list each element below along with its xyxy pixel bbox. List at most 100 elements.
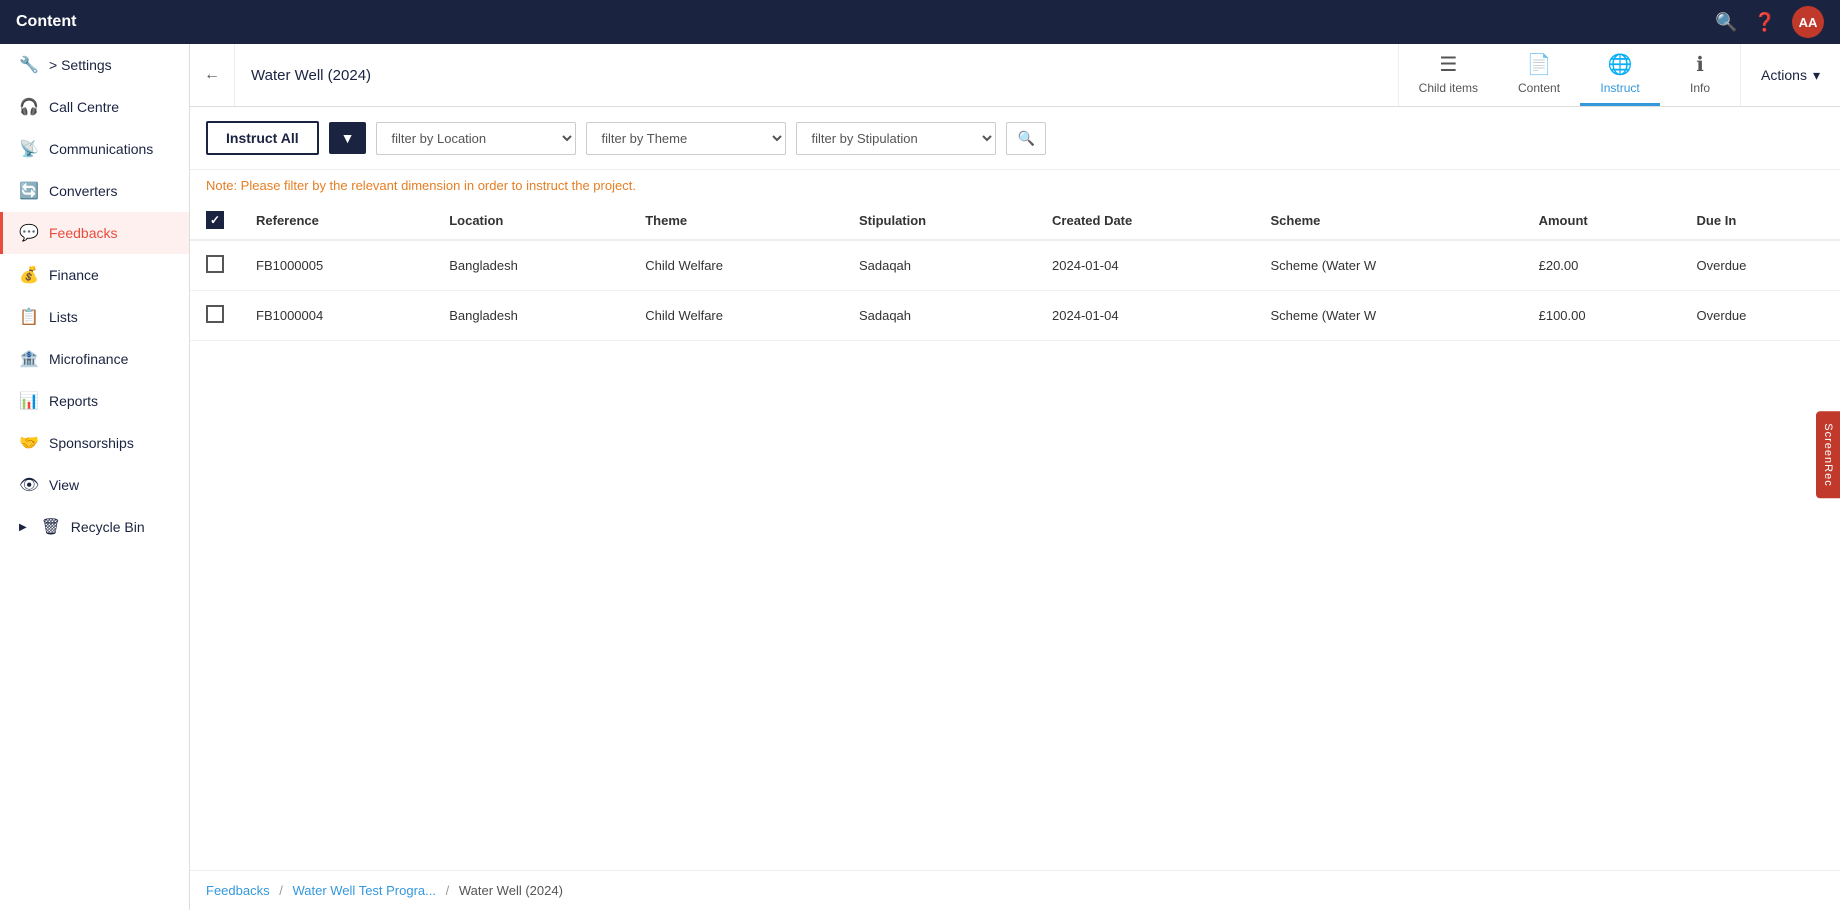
microfinance-icon: 🏦 [19, 349, 39, 369]
col-created-date: Created Date [1036, 201, 1254, 240]
col-reference: Reference [240, 201, 433, 240]
filter-stipulation-select[interactable]: filter by Stipulation [796, 122, 996, 155]
tab-child-items[interactable]: ☰ Child items [1399, 44, 1498, 106]
converters-icon: 🔄 [19, 181, 39, 201]
tab-label: Child items [1419, 81, 1478, 95]
cell-created-date: 2024-01-04 [1036, 240, 1254, 291]
table-wrapper: ✓ Reference Location Theme Stipulation C… [190, 201, 1840, 870]
finance-icon: 💰 [19, 265, 39, 285]
filter-theme-select[interactable]: filter by Theme [586, 122, 786, 155]
search-button[interactable]: 🔍 [1006, 122, 1045, 155]
data-table: ✓ Reference Location Theme Stipulation C… [190, 201, 1840, 341]
sidebar-item-label: Feedbacks [49, 225, 117, 241]
cell-stipulation: Sadaqah [843, 240, 1036, 291]
page-title-input[interactable] [235, 44, 1398, 106]
instruct-icon: 🌐 [1608, 52, 1633, 77]
sidebar-item-label: Lists [49, 309, 78, 325]
sponsorships-icon: 🤝 [19, 433, 39, 453]
settings-icon: 🔧 [19, 55, 39, 75]
recycle-bin-icon: 🗑 [41, 517, 61, 537]
sidebar-item-label: Finance [49, 267, 99, 283]
cell-reference: FB1000005 [240, 240, 433, 291]
cell-created-date: 2024-01-04 [1036, 291, 1254, 341]
sidebar-item-label: > Settings [49, 57, 112, 73]
sidebar-item-lists[interactable]: 📋 Lists [0, 296, 189, 338]
sidebar-item-feedbacks[interactable]: 💬 Feedbacks [0, 212, 189, 254]
sidebar-item-microfinance[interactable]: 🏦 Microfinance [0, 338, 189, 380]
actions-button[interactable]: Actions ▾ [1740, 44, 1840, 106]
sidebar-item-label: Microfinance [49, 351, 128, 367]
breadcrumb-link-feedbacks[interactable]: Feedbacks [206, 883, 270, 898]
cell-due-in: Overdue [1681, 291, 1840, 341]
tab-instruct[interactable]: 🌐 Instruct [1580, 44, 1660, 106]
call-centre-icon: 🎧 [19, 97, 39, 117]
sidebar-item-sponsorships[interactable]: 🤝 Sponsorships [0, 422, 189, 464]
topbar-icons: 🔍 ❓ AA [1715, 6, 1824, 38]
row-checkbox[interactable] [206, 305, 224, 323]
sidebar-item-label: Communications [49, 141, 153, 157]
tab-content[interactable]: 📄 Content [1498, 44, 1580, 106]
table-row: FB1000005 Bangladesh Child Welfare Sadaq… [190, 240, 1840, 291]
sidebar-item-label: Sponsorships [49, 435, 134, 451]
main-layout: 🔧 > Settings 🎧 Call Centre 📡 Communicati… [0, 44, 1840, 910]
child-items-icon: ☰ [1439, 52, 1457, 77]
sidebar-item-communications[interactable]: 📡 Communications [0, 128, 189, 170]
sidebar-item-label: Reports [49, 393, 98, 409]
breadcrumb-sep-1: / [279, 883, 283, 898]
cell-amount: £20.00 [1523, 240, 1681, 291]
col-amount: Amount [1523, 201, 1681, 240]
col-due-in: Due In [1681, 201, 1840, 240]
cell-scheme: Scheme (Water W [1255, 291, 1523, 341]
cell-amount: £100.00 [1523, 291, 1681, 341]
toolbar: Instruct All ▼ filter by Location filter… [190, 107, 1840, 170]
topbar: Content 🔍 ❓ AA [0, 0, 1840, 44]
sidebar-item-label: Call Centre [49, 99, 119, 115]
filter-toggle-button[interactable]: ▼ [329, 122, 367, 154]
sidebar-item-finance[interactable]: 💰 Finance [0, 254, 189, 296]
table-row: FB1000004 Bangladesh Child Welfare Sadaq… [190, 291, 1840, 341]
instruct-all-button[interactable]: Instruct All [206, 121, 319, 155]
avatar[interactable]: AA [1792, 6, 1824, 38]
view-icon: 👁 [19, 475, 39, 495]
sidebar: 🔧 > Settings 🎧 Call Centre 📡 Communicati… [0, 44, 190, 910]
header-tabs: ☰ Child items 📄 Content 🌐 Instruct ℹ Inf… [1398, 44, 1740, 106]
breadcrumb-current: Water Well (2024) [459, 883, 563, 898]
cell-scheme: Scheme (Water W [1255, 240, 1523, 291]
note-text: Note: Please filter by the relevant dime… [206, 178, 636, 193]
sidebar-item-recycle-bin[interactable]: ▶ 🗑 Recycle Bin [0, 506, 189, 548]
sidebar-item-label: Converters [49, 183, 117, 199]
sidebar-item-settings[interactable]: 🔧 > Settings [0, 44, 189, 86]
sidebar-item-converters[interactable]: 🔄 Converters [0, 170, 189, 212]
breadcrumb-link-water-well-test[interactable]: Water Well Test Progra... [292, 883, 436, 898]
sidebar-item-view[interactable]: 👁 View [0, 464, 189, 506]
tab-label: Content [1518, 81, 1560, 95]
row-checkbox-cell[interactable] [190, 291, 240, 341]
filter-location-select[interactable]: filter by Location [376, 122, 576, 155]
sidebar-item-label: Recycle Bin [71, 519, 145, 535]
cell-location: Bangladesh [433, 240, 629, 291]
breadcrumb-sep-2: / [446, 883, 450, 898]
lists-icon: 📋 [19, 307, 39, 327]
feedbacks-icon: 💬 [19, 223, 39, 243]
col-theme: Theme [629, 201, 843, 240]
sidebar-item-call-centre[interactable]: 🎧 Call Centre [0, 86, 189, 128]
help-icon[interactable]: ❓ [1754, 12, 1776, 33]
select-all-checkbox[interactable]: ✓ [206, 211, 224, 229]
cell-due-in: Overdue [1681, 240, 1840, 291]
search-icon[interactable]: 🔍 [1715, 12, 1737, 33]
screentec-widget[interactable]: ScreenRec [1816, 411, 1840, 498]
cell-stipulation: Sadaqah [843, 291, 1036, 341]
table-header-row: ✓ Reference Location Theme Stipulation C… [190, 201, 1840, 240]
sidebar-item-reports[interactable]: 📊 Reports [0, 380, 189, 422]
cell-theme: Child Welfare [629, 240, 843, 291]
col-location: Location [433, 201, 629, 240]
content-area: ← ☰ Child items 📄 Content 🌐 Instruct ℹ I… [190, 44, 1840, 910]
actions-label: Actions [1761, 67, 1807, 83]
cell-theme: Child Welfare [629, 291, 843, 341]
row-checkbox[interactable] [206, 255, 224, 273]
tab-info[interactable]: ℹ Info [1660, 44, 1740, 106]
row-checkbox-cell[interactable] [190, 240, 240, 291]
back-button[interactable]: ← [190, 44, 235, 106]
content-icon: 📄 [1527, 52, 1552, 77]
select-all-checkbox-header[interactable]: ✓ [190, 201, 240, 240]
